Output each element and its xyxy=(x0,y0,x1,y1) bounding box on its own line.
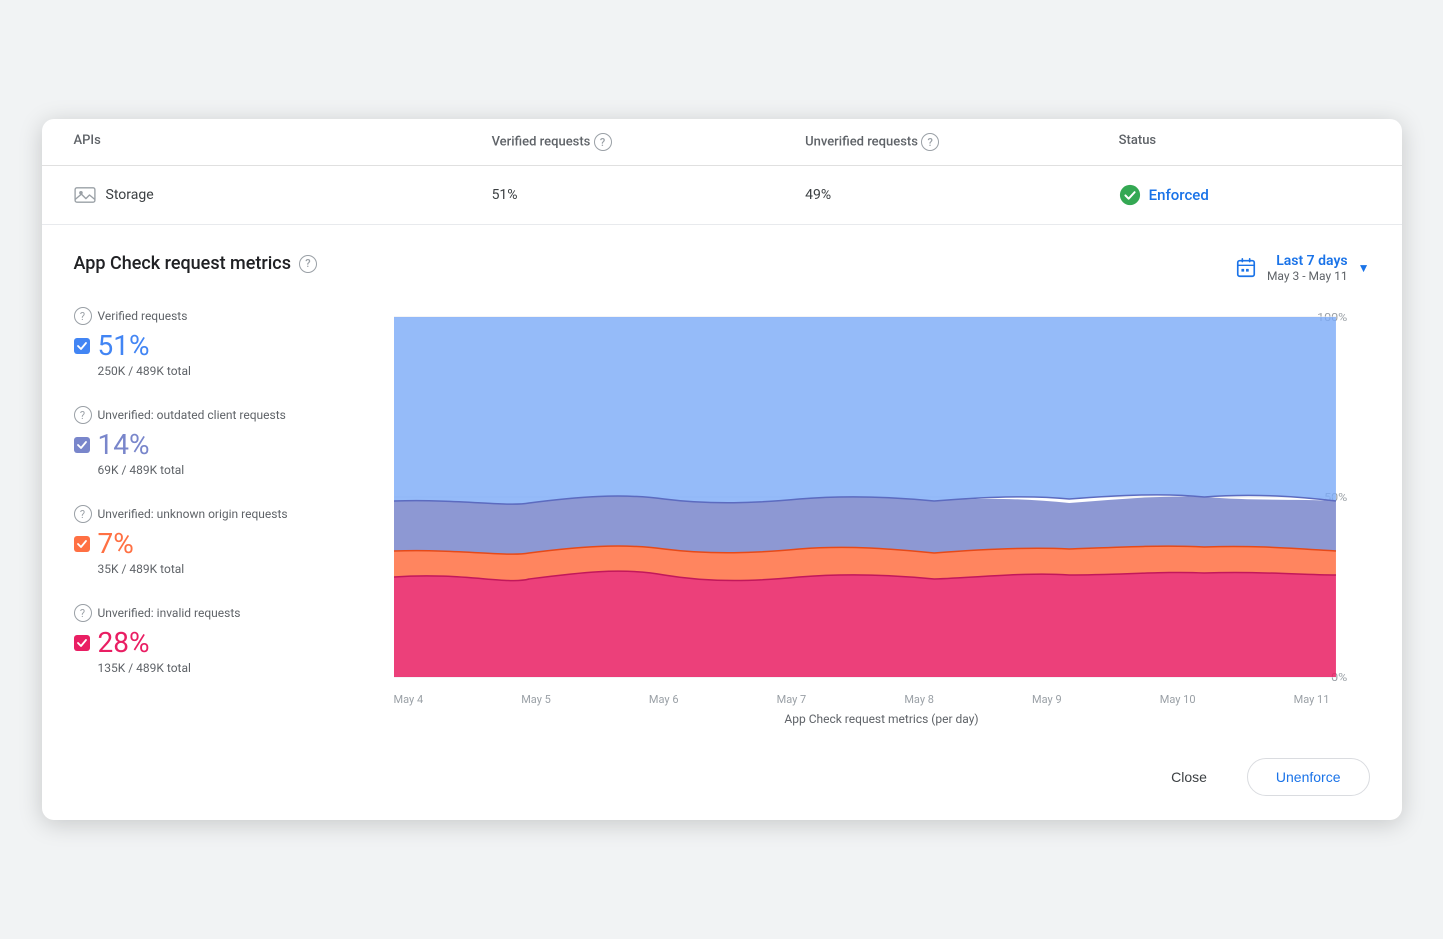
date-label: Last 7 days xyxy=(1267,253,1348,269)
metrics-title: App Check request metrics ? xyxy=(74,253,317,274)
storage-status: Enforced xyxy=(1119,184,1370,206)
legend-panel: ? Verified requests 51% 250K / 489K tota… xyxy=(74,307,394,726)
x-label-4: May 8 xyxy=(904,693,934,706)
date-range: May 3 - May 11 xyxy=(1267,269,1348,283)
legend-percent-3: 28% xyxy=(98,626,150,659)
unverified-help-icon[interactable]: ? xyxy=(921,133,939,151)
legend-help-icon-1[interactable]: ? xyxy=(74,406,92,424)
chart-x-labels: May 4 May 5 May 6 May 7 May 8 May 9 May 10 May … xyxy=(394,687,1370,706)
storage-verified: 51% xyxy=(492,187,806,203)
legend-percent-1: 14% xyxy=(98,428,150,461)
checkbox-check-icon-3 xyxy=(76,637,88,649)
chart-panel: 100% 50% 0% xyxy=(394,307,1370,726)
chart-area: 100% 50% 0% xyxy=(394,307,1370,687)
storage-icon xyxy=(74,186,96,204)
legend-help-icon-3[interactable]: ? xyxy=(74,604,92,622)
col-apis: APIs xyxy=(74,133,492,151)
legend-checkbox-2[interactable] xyxy=(74,536,90,552)
legend-item-3: ? Unverified: invalid requests 28% 135K … xyxy=(74,604,374,675)
legend-item-0: ? Verified requests 51% 250K / 489K tota… xyxy=(74,307,374,378)
legend-label-1: ? Unverified: outdated client requests xyxy=(74,406,374,424)
legend-percent-0: 51% xyxy=(98,329,150,362)
x-label-6: May 10 xyxy=(1160,693,1196,706)
legend-label-2: ? Unverified: unknown origin requests xyxy=(74,505,374,523)
legend-checkbox-1[interactable] xyxy=(74,437,90,453)
verified-help-icon[interactable]: ? xyxy=(594,133,612,151)
legend-total-0: 250K / 489K total xyxy=(98,364,374,378)
legend-label-0: ? Verified requests xyxy=(74,307,374,325)
legend-checkbox-0[interactable] xyxy=(74,338,90,354)
legend-checkbox-3[interactable] xyxy=(74,635,90,651)
chart-svg: 100% 50% 0% xyxy=(394,307,1370,687)
col-verified: Verified requests ? xyxy=(492,133,806,151)
metrics-section: App Check request metrics ? Last 7 days … xyxy=(42,225,1402,742)
legend-item-2: ? Unverified: unknown origin requests 7%… xyxy=(74,505,374,576)
legend-help-icon-0[interactable]: ? xyxy=(74,307,92,325)
legend-total-1: 69K / 489K total xyxy=(98,463,374,477)
metrics-header: App Check request metrics ? Last 7 days … xyxy=(74,253,1370,283)
date-selector[interactable]: Last 7 days May 3 - May 11 ▼ xyxy=(1235,253,1370,283)
unenforce-button[interactable]: Unenforce xyxy=(1247,758,1370,796)
dropdown-arrow-icon: ▼ xyxy=(1358,261,1370,275)
storage-name: Storage xyxy=(74,186,492,204)
legend-percent-2: 7% xyxy=(98,527,134,560)
dialog-footer: Close Unenforce xyxy=(42,742,1402,820)
legend-total-3: 135K / 489K total xyxy=(98,661,374,675)
x-label-3: May 7 xyxy=(777,693,807,706)
table-header: APIs Verified requests ? Unverified requ… xyxy=(42,119,1402,166)
legend-label-3: ? Unverified: invalid requests xyxy=(74,604,374,622)
col-status: Status xyxy=(1119,133,1370,151)
checkbox-check-icon-0 xyxy=(76,340,88,352)
x-label-1: May 5 xyxy=(521,693,551,706)
metrics-body: ? Verified requests 51% 250K / 489K tota… xyxy=(74,307,1370,726)
metrics-help-icon[interactable]: ? xyxy=(299,255,317,273)
checkbox-check-icon-1 xyxy=(76,439,88,451)
x-label-2: May 6 xyxy=(649,693,679,706)
close-button[interactable]: Close xyxy=(1143,758,1235,796)
storage-unverified: 49% xyxy=(805,187,1119,203)
legend-item-1: ? Unverified: outdated client requests 1… xyxy=(74,406,374,477)
col-unverified: Unverified requests ? xyxy=(805,133,1119,151)
legend-total-2: 35K / 489K total xyxy=(98,562,374,576)
storage-row: Storage 51% 49% Enforced xyxy=(42,166,1402,225)
enforced-check-icon xyxy=(1119,184,1141,206)
checkbox-check-icon-2 xyxy=(76,538,88,550)
x-label-0: May 4 xyxy=(394,693,424,706)
x-label-7: May 11 xyxy=(1294,693,1330,706)
chart-caption: App Check request metrics (per day) xyxy=(394,712,1370,726)
main-dialog: APIs Verified requests ? Unverified requ… xyxy=(42,119,1402,820)
calendar-icon xyxy=(1235,257,1257,279)
legend-help-icon-2[interactable]: ? xyxy=(74,505,92,523)
x-label-5: May 9 xyxy=(1032,693,1062,706)
